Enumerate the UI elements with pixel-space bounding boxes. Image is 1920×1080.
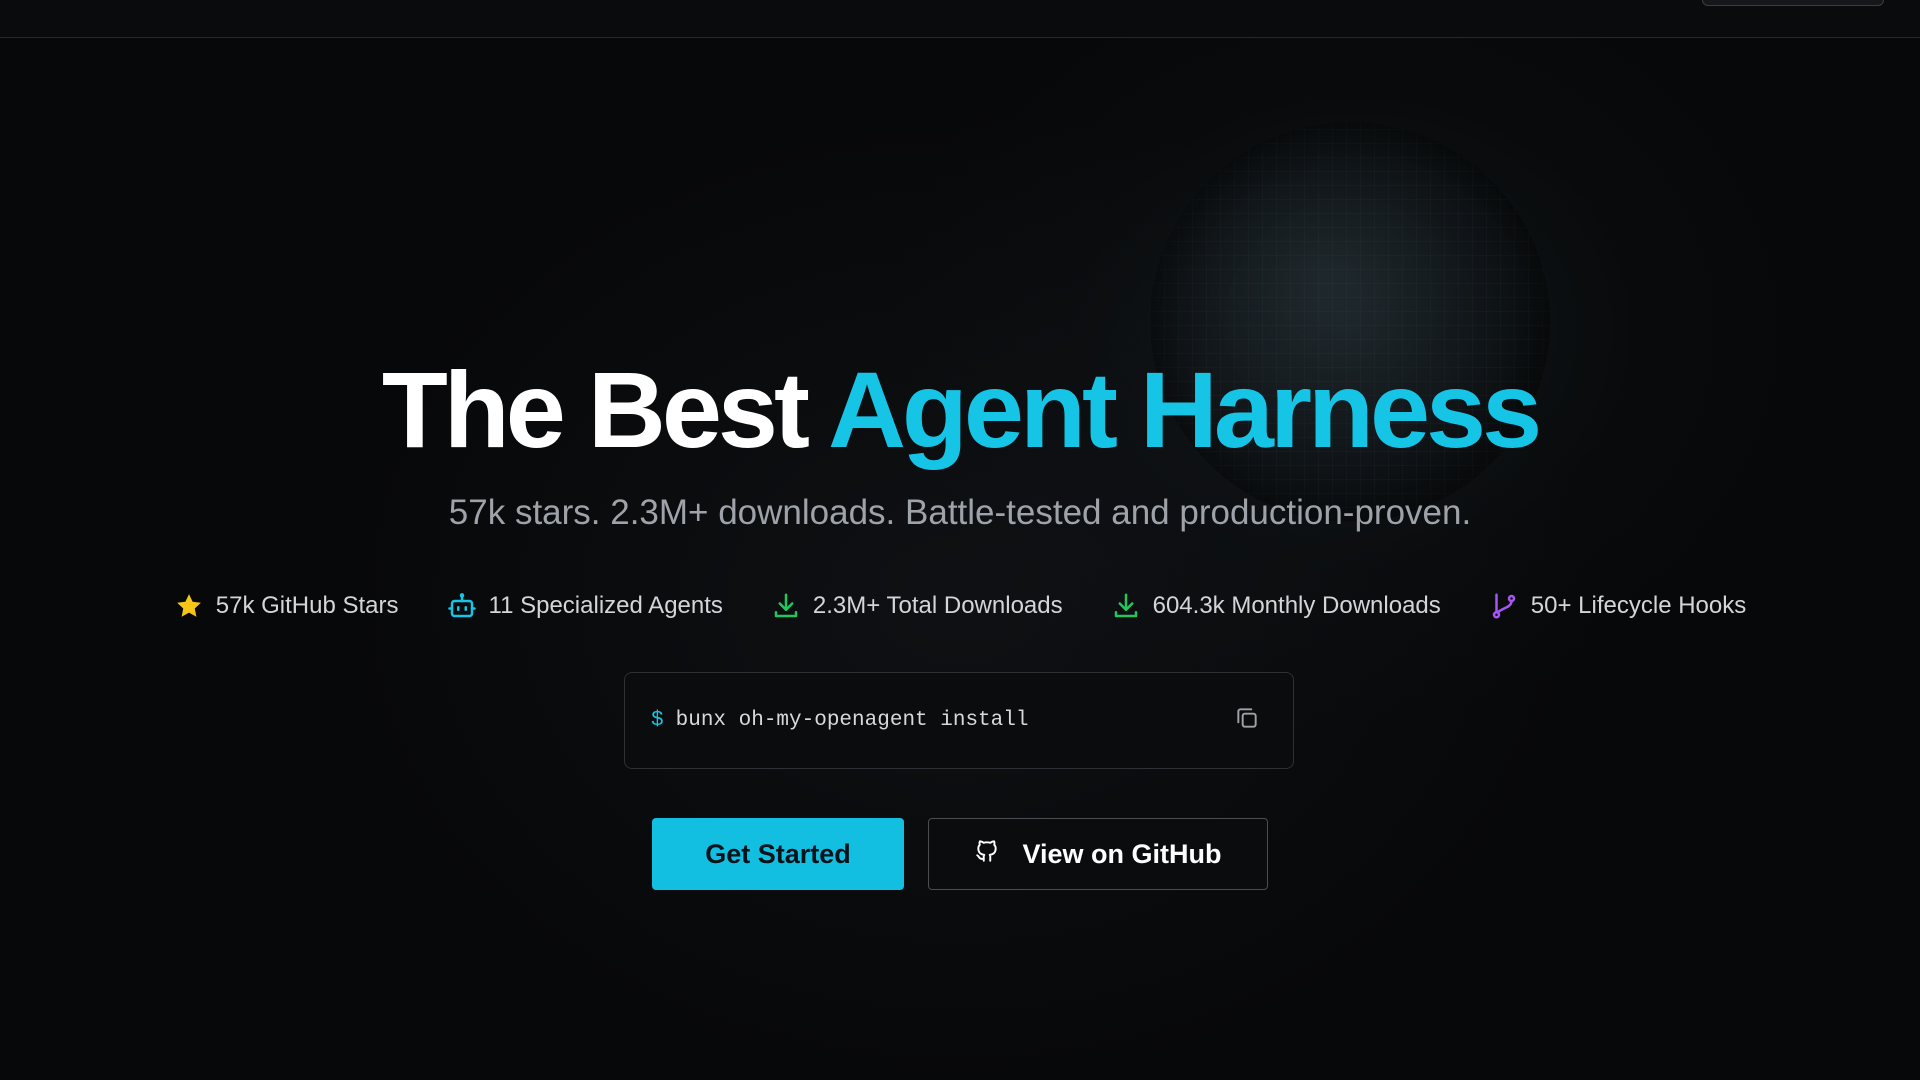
stats-row: 57k GitHub Stars 11 Specialized Agents 2… [0,584,1920,628]
install-command-box: $ bunx oh-my-openagent install [624,672,1294,769]
stat-label: 11 Specialized Agents [488,592,723,619]
hero-subtitle: 57k stars. 2.3M+ downloads. Battle-teste… [448,493,1472,532]
top-navigation-bar [0,0,1920,38]
hero-title-accent: Agent Harness [827,349,1542,470]
copy-button[interactable] [1227,701,1267,741]
github-icon [974,838,1000,871]
stat-github-stars: 57k GitHub Stars [174,584,399,628]
stat-label: 50+ Lifecycle Hooks [1530,592,1747,619]
download-icon [1111,591,1141,621]
landing-page: The Best Agent Harness 57k stars. 2.3M+ … [0,0,1920,1080]
git-branch-icon [1489,591,1519,621]
robot-icon [447,591,477,621]
stat-label: 57k GitHub Stars [215,592,399,619]
star-icon [174,591,204,621]
copy-icon [1234,705,1260,736]
stat-monthly-downloads: 604.3k Monthly Downloads [1111,584,1441,628]
nav-button[interactable] [1702,0,1884,6]
view-on-github-button[interactable]: View on GitHub [928,818,1268,890]
hero-actions: Get Started View on GitHub [0,818,1920,890]
stat-label: 604.3k Monthly Downloads [1152,592,1441,619]
install-command: bunx oh-my-openagent install [675,709,1029,732]
stat-lifecycle-hooks: 50+ Lifecycle Hooks [1489,584,1746,628]
command-prompt: $ [651,709,664,732]
hero-title: The Best Agent Harness [0,355,1920,465]
stat-specialized-agents: 11 Specialized Agents [447,584,723,628]
download-icon [771,591,801,621]
view-on-github-label: View on GitHub [1022,838,1222,869]
stat-total-downloads: 2.3M+ Total Downloads [771,584,1063,628]
stat-label: 2.3M+ Total Downloads [812,592,1063,619]
hero-title-white: The Best [381,349,810,470]
get-started-button[interactable]: Get Started [652,818,904,890]
